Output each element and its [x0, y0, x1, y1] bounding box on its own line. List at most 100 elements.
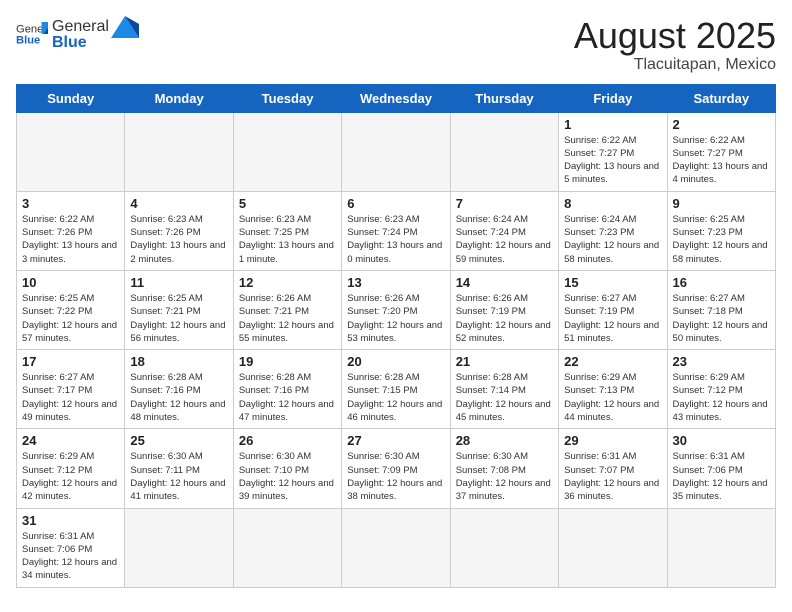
day-number: 20 — [347, 354, 444, 369]
day-info: Sunrise: 6:29 AM Sunset: 7:12 PM Dayligh… — [22, 450, 119, 503]
day-number: 22 — [564, 354, 661, 369]
logo: General Blue General Blue — [16, 16, 139, 52]
day-info: Sunrise: 6:29 AM Sunset: 7:12 PM Dayligh… — [673, 371, 770, 424]
day-info: Sunrise: 6:30 AM Sunset: 7:09 PM Dayligh… — [347, 450, 444, 503]
day-number: 12 — [239, 275, 336, 290]
calendar-day-cell: 9 Sunrise: 6:25 AM Sunset: 7:23 PM Daylig… — [667, 191, 775, 270]
day-info: Sunrise: 6:23 AM Sunset: 7:25 PM Dayligh… — [239, 213, 336, 266]
day-info: Sunrise: 6:23 AM Sunset: 7:24 PM Dayligh… — [347, 213, 444, 266]
calendar-week-row: 31 Sunrise: 6:31 AM Sunset: 7:06 PM Dayli… — [17, 508, 776, 587]
calendar-week-row: 10Sunrise: 6:25 AM Sunset: 7:22 PM Dayli… — [17, 270, 776, 349]
day-info: Sunrise: 6:30 AM Sunset: 7:08 PM Dayligh… — [456, 450, 553, 503]
day-info: Sunrise: 6:26 AM Sunset: 7:20 PM Dayligh… — [347, 292, 444, 345]
day-info: Sunrise: 6:25 AM Sunset: 7:23 PM Dayligh… — [673, 213, 770, 266]
day-info: Sunrise: 6:22 AM Sunset: 7:27 PM Dayligh… — [673, 134, 770, 187]
calendar-header-thursday: Thursday — [450, 84, 558, 112]
calendar-day-cell: 25Sunrise: 6:30 AM Sunset: 7:11 PM Dayli… — [125, 429, 233, 508]
calendar-day-cell: 10Sunrise: 6:25 AM Sunset: 7:22 PM Dayli… — [17, 270, 125, 349]
day-number: 5 — [239, 196, 336, 211]
calendar-header-saturday: Saturday — [667, 84, 775, 112]
calendar-day-cell: 28 Sunrise: 6:30 AM Sunset: 7:08 PM Dayli… — [450, 429, 558, 508]
calendar-week-row: 1Sunrise: 6:22 AM Sunset: 7:27 PM Daylig… — [17, 112, 776, 191]
calendar-day-cell — [233, 112, 341, 191]
day-number: 19 — [239, 354, 336, 369]
calendar-day-cell: 2 Sunrise: 6:22 AM Sunset: 7:27 PM Daylig… — [667, 112, 775, 191]
location-title: Tlacuitapan, Mexico — [574, 56, 776, 74]
day-number: 9 — [673, 196, 770, 211]
calendar-day-cell: 7Sunrise: 6:24 AM Sunset: 7:24 PM Daylig… — [450, 191, 558, 270]
calendar-day-cell: 11 Sunrise: 6:25 AM Sunset: 7:21 PM Dayli… — [125, 270, 233, 349]
day-info: Sunrise: 6:31 AM Sunset: 7:06 PM Dayligh… — [22, 530, 119, 583]
day-info: Sunrise: 6:27 AM Sunset: 7:18 PM Dayligh… — [673, 292, 770, 345]
calendar-header-wednesday: Wednesday — [342, 84, 450, 112]
day-number: 17 — [22, 354, 119, 369]
day-number: 14 — [456, 275, 553, 290]
day-number: 31 — [22, 513, 119, 528]
calendar-day-cell — [125, 112, 233, 191]
calendar-day-cell: 21 Sunrise: 6:28 AM Sunset: 7:14 PM Dayli… — [450, 350, 558, 429]
day-info: Sunrise: 6:26 AM Sunset: 7:21 PM Dayligh… — [239, 292, 336, 345]
day-info: Sunrise: 6:26 AM Sunset: 7:19 PM Dayligh… — [456, 292, 553, 345]
calendar-day-cell: 30Sunrise: 6:31 AM Sunset: 7:06 PM Dayli… — [667, 429, 775, 508]
calendar-day-cell: 19Sunrise: 6:28 AM Sunset: 7:16 PM Dayli… — [233, 350, 341, 429]
day-number: 29 — [564, 433, 661, 448]
day-info: Sunrise: 6:25 AM Sunset: 7:21 PM Dayligh… — [130, 292, 227, 345]
day-info: Sunrise: 6:30 AM Sunset: 7:11 PM Dayligh… — [130, 450, 227, 503]
calendar-header-row: SundayMondayTuesdayWednesdayThursdayFrid… — [17, 84, 776, 112]
month-title: August 2025 — [574, 16, 776, 56]
day-number: 2 — [673, 117, 770, 132]
calendar-table: SundayMondayTuesdayWednesdayThursdayFrid… — [16, 84, 776, 588]
calendar-day-cell: 27 Sunrise: 6:30 AM Sunset: 7:09 PM Dayli… — [342, 429, 450, 508]
calendar-day-cell — [233, 508, 341, 587]
calendar-day-cell: 1Sunrise: 6:22 AM Sunset: 7:27 PM Daylig… — [559, 112, 667, 191]
calendar-day-cell: 29Sunrise: 6:31 AM Sunset: 7:07 PM Dayli… — [559, 429, 667, 508]
day-info: Sunrise: 6:28 AM Sunset: 7:14 PM Dayligh… — [456, 371, 553, 424]
calendar-header-tuesday: Tuesday — [233, 84, 341, 112]
svg-text:Blue: Blue — [16, 34, 40, 46]
calendar-day-cell — [125, 508, 233, 587]
calendar-day-cell: 5 Sunrise: 6:23 AM Sunset: 7:25 PM Daylig… — [233, 191, 341, 270]
day-number: 18 — [130, 354, 227, 369]
calendar-header-sunday: Sunday — [17, 84, 125, 112]
calendar-day-cell — [17, 112, 125, 191]
day-number: 28 — [456, 433, 553, 448]
calendar-day-cell — [342, 112, 450, 191]
day-info: Sunrise: 6:27 AM Sunset: 7:17 PM Dayligh… — [22, 371, 119, 424]
logo-blue-text: Blue — [52, 34, 139, 52]
calendar-week-row: 3Sunrise: 6:22 AM Sunset: 7:26 PM Daylig… — [17, 191, 776, 270]
day-number: 24 — [22, 433, 119, 448]
calendar-day-cell: 15Sunrise: 6:27 AM Sunset: 7:19 PM Dayli… — [559, 270, 667, 349]
calendar-day-cell: 3Sunrise: 6:22 AM Sunset: 7:26 PM Daylig… — [17, 191, 125, 270]
day-number: 7 — [456, 196, 553, 211]
day-info: Sunrise: 6:23 AM Sunset: 7:26 PM Dayligh… — [130, 213, 227, 266]
calendar-header-monday: Monday — [125, 84, 233, 112]
day-number: 27 — [347, 433, 444, 448]
calendar-day-cell: 4Sunrise: 6:23 AM Sunset: 7:26 PM Daylig… — [125, 191, 233, 270]
day-info: Sunrise: 6:27 AM Sunset: 7:19 PM Dayligh… — [564, 292, 661, 345]
day-number: 13 — [347, 275, 444, 290]
calendar-week-row: 24 Sunrise: 6:29 AM Sunset: 7:12 PM Dayli… — [17, 429, 776, 508]
day-number: 21 — [456, 354, 553, 369]
day-info: Sunrise: 6:28 AM Sunset: 7:15 PM Dayligh… — [347, 371, 444, 424]
title-area: August 2025 Tlacuitapan, Mexico — [574, 16, 776, 74]
calendar-week-row: 17 Sunrise: 6:27 AM Sunset: 7:17 PM Dayli… — [17, 350, 776, 429]
page-header: General Blue General Blue August 2025 Tl… — [16, 16, 776, 74]
calendar-header-friday: Friday — [559, 84, 667, 112]
calendar-day-cell: 24 Sunrise: 6:29 AM Sunset: 7:12 PM Dayli… — [17, 429, 125, 508]
calendar-day-cell: 16 Sunrise: 6:27 AM Sunset: 7:18 PM Dayli… — [667, 270, 775, 349]
calendar-day-cell — [450, 508, 558, 587]
day-number: 10 — [22, 275, 119, 290]
calendar-day-cell: 14 Sunrise: 6:26 AM Sunset: 7:19 PM Dayli… — [450, 270, 558, 349]
calendar-day-cell: 31 Sunrise: 6:31 AM Sunset: 7:06 PM Dayli… — [17, 508, 125, 587]
calendar-day-cell: 26Sunrise: 6:30 AM Sunset: 7:10 PM Dayli… — [233, 429, 341, 508]
calendar-day-cell: 22Sunrise: 6:29 AM Sunset: 7:13 PM Dayli… — [559, 350, 667, 429]
day-info: Sunrise: 6:24 AM Sunset: 7:23 PM Dayligh… — [564, 213, 661, 266]
calendar-day-cell: 6Sunrise: 6:23 AM Sunset: 7:24 PM Daylig… — [342, 191, 450, 270]
day-number: 11 — [130, 275, 227, 290]
calendar-day-cell: 18 Sunrise: 6:28 AM Sunset: 7:16 PM Dayli… — [125, 350, 233, 429]
day-number: 16 — [673, 275, 770, 290]
day-info: Sunrise: 6:28 AM Sunset: 7:16 PM Dayligh… — [130, 371, 227, 424]
day-info: Sunrise: 6:31 AM Sunset: 7:06 PM Dayligh… — [673, 450, 770, 503]
calendar-day-cell: 12 Sunrise: 6:26 AM Sunset: 7:21 PM Dayli… — [233, 270, 341, 349]
calendar-day-cell — [667, 508, 775, 587]
